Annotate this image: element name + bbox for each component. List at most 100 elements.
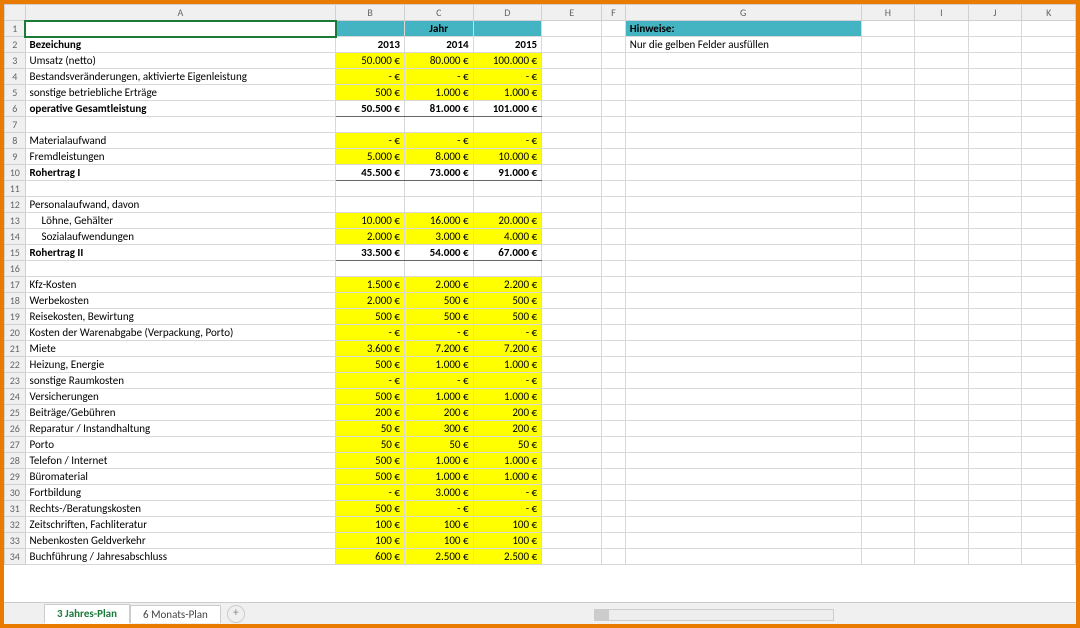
row-header[interactable]: 16 [5, 261, 26, 277]
row-header[interactable]: 20 [5, 325, 26, 341]
row-header[interactable]: 10 [5, 165, 26, 181]
cell[interactable] [542, 37, 602, 53]
value-cell[interactable]: 100 € [336, 533, 405, 549]
cell[interactable] [968, 325, 1022, 341]
row-header[interactable]: 23 [5, 373, 26, 389]
cell[interactable] [861, 21, 915, 37]
cell[interactable] [625, 437, 861, 453]
value-cell[interactable]: 100 € [473, 533, 542, 549]
cell[interactable] [542, 533, 602, 549]
cell[interactable] [1022, 229, 1076, 245]
cell[interactable] [968, 373, 1022, 389]
cell[interactable] [968, 549, 1022, 565]
row-header[interactable]: 25 [5, 405, 26, 421]
cell[interactable] [542, 133, 602, 149]
cell[interactable] [1022, 517, 1076, 533]
cell[interactable] [542, 261, 602, 277]
cell[interactable] [542, 213, 602, 229]
row-header[interactable]: 33 [5, 533, 26, 549]
row-header[interactable]: 4 [5, 69, 26, 85]
value-cell[interactable]: 1.000 € [473, 389, 542, 405]
value-cell[interactable]: 50 € [473, 437, 542, 453]
cell[interactable] [602, 357, 626, 373]
select-all-corner[interactable] [5, 5, 26, 21]
cell[interactable] [602, 53, 626, 69]
cell[interactable] [861, 165, 915, 181]
value-cell[interactable]: 50 € [336, 421, 405, 437]
cell[interactable] [861, 389, 915, 405]
value-cell[interactable]: - € [404, 325, 473, 341]
cell[interactable] [1022, 453, 1076, 469]
cell[interactable] [1022, 341, 1076, 357]
year-2014-cell[interactable]: 2014 [404, 37, 473, 53]
cell[interactable] [915, 485, 969, 501]
cell[interactable] [968, 85, 1022, 101]
cell[interactable] [861, 437, 915, 453]
row-header[interactable]: 18 [5, 293, 26, 309]
value-cell[interactable] [336, 117, 405, 133]
cell[interactable] [602, 341, 626, 357]
value-cell[interactable]: 1.000 € [473, 469, 542, 485]
cell[interactable] [542, 165, 602, 181]
cell[interactable] [336, 21, 405, 37]
cell[interactable] [1022, 261, 1076, 277]
cell[interactable] [861, 341, 915, 357]
cell[interactable] [861, 373, 915, 389]
cell[interactable] [602, 21, 626, 37]
cell[interactable] [625, 277, 861, 293]
cell[interactable] [602, 549, 626, 565]
value-cell[interactable]: 500 € [336, 469, 405, 485]
cell[interactable] [968, 261, 1022, 277]
cell[interactable] [968, 293, 1022, 309]
value-cell[interactable] [473, 261, 542, 277]
cell[interactable] [625, 469, 861, 485]
cell[interactable] [602, 293, 626, 309]
row-header[interactable]: 13 [5, 213, 26, 229]
cell[interactable] [625, 485, 861, 501]
cell[interactable] [915, 421, 969, 437]
cell[interactable] [625, 181, 861, 197]
cell[interactable] [915, 181, 969, 197]
value-cell[interactable]: 200 € [336, 405, 405, 421]
cell[interactable] [1022, 245, 1076, 261]
cell[interactable] [625, 117, 861, 133]
cell[interactable] [542, 389, 602, 405]
col-header-b[interactable]: B [336, 5, 405, 21]
cell[interactable] [861, 469, 915, 485]
cell[interactable] [602, 469, 626, 485]
value-cell[interactable]: 200 € [404, 405, 473, 421]
cell[interactable] [1022, 69, 1076, 85]
value-cell[interactable]: 16.000 € [404, 213, 473, 229]
cell[interactable] [625, 341, 861, 357]
cell[interactable] [861, 421, 915, 437]
label-cell[interactable]: Nebenkosten Geldverkehr [25, 533, 336, 549]
label-cell[interactable]: Löhne, Gehälter [25, 213, 336, 229]
cell[interactable] [625, 357, 861, 373]
cell[interactable] [1022, 85, 1076, 101]
cell[interactable] [542, 549, 602, 565]
label-cell[interactable] [25, 261, 336, 277]
cell[interactable] [968, 437, 1022, 453]
cell[interactable] [625, 453, 861, 469]
cell[interactable] [542, 373, 602, 389]
label-cell[interactable]: Kfz-Kosten [25, 277, 336, 293]
cell[interactable] [915, 101, 969, 117]
cell[interactable] [915, 165, 969, 181]
cell[interactable] [861, 37, 915, 53]
cell[interactable] [968, 101, 1022, 117]
cell[interactable] [602, 325, 626, 341]
cell[interactable] [1022, 165, 1076, 181]
value-cell[interactable]: 2.500 € [404, 549, 473, 565]
cell[interactable] [602, 165, 626, 181]
row-header[interactable]: 31 [5, 501, 26, 517]
value-cell[interactable] [404, 197, 473, 213]
value-cell[interactable]: 500 € [336, 357, 405, 373]
label-cell[interactable]: Sozialaufwendungen [25, 229, 336, 245]
value-cell[interactable]: 33.500 € [336, 245, 405, 261]
value-cell[interactable]: 600 € [336, 549, 405, 565]
value-cell[interactable] [473, 117, 542, 133]
cell[interactable] [861, 245, 915, 261]
cell[interactable] [861, 277, 915, 293]
cell[interactable] [1022, 533, 1076, 549]
value-cell[interactable]: 50 € [404, 437, 473, 453]
